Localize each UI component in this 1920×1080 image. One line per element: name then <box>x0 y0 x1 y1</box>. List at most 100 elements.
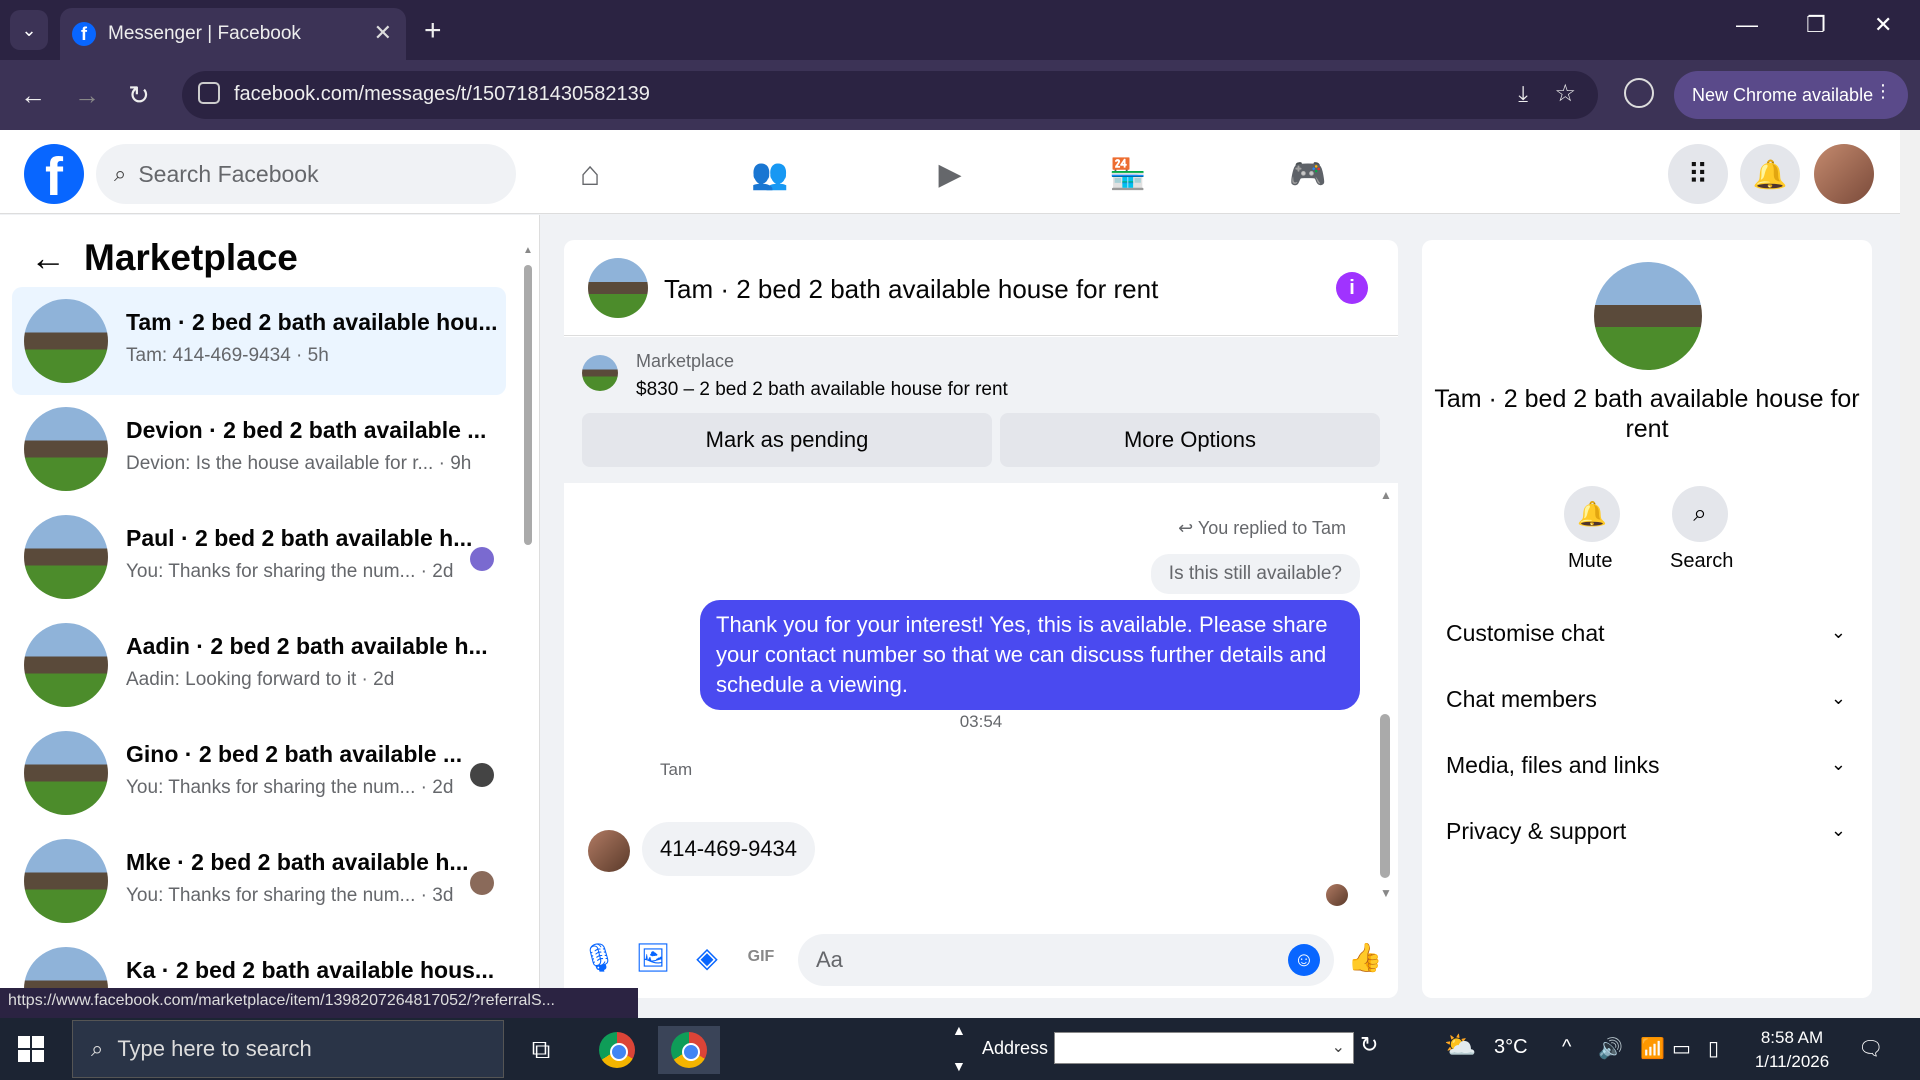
restore-icon[interactable]: ❐ <box>1806 12 1826 38</box>
back-arrow-icon[interactable]: ← <box>30 237 66 279</box>
profile-icon[interactable] <box>1624 78 1654 108</box>
conversation-item-paul[interactable]: Paul · 2 bed 2 bath available h... You: … <box>12 503 506 611</box>
listing-thumbnail <box>24 407 108 491</box>
conversation-preview: Aadin: Looking forward to it · 2d <box>126 669 395 690</box>
weather-icon[interactable]: ⛅ <box>1444 1030 1476 1061</box>
minimize-icon[interactable]: — <box>1736 12 1758 38</box>
listing-thumbnail[interactable] <box>582 355 618 391</box>
chat-thumbnail[interactable] <box>588 258 648 318</box>
back-icon[interactable]: ← <box>20 80 46 111</box>
quoted-message[interactable]: Is this still available? <box>1150 554 1360 594</box>
search-icon[interactable]: ⌕ <box>1672 486 1728 542</box>
new-tab-button[interactable]: + <box>424 14 442 48</box>
scroll-up-icon[interactable]: ▲ <box>1380 488 1392 502</box>
chrome-active-taskbar-icon[interactable] <box>658 1026 720 1074</box>
row-label: Customise chat <box>1446 620 1605 646</box>
scroll-up-icon[interactable]: ▲ <box>523 245 533 256</box>
install-app-icon[interactable]: ⤓ <box>1518 81 1528 107</box>
reload-icon[interactable]: ↻ <box>128 80 150 111</box>
thread-scroll-thumb[interactable] <box>1380 714 1390 878</box>
more-options-button[interactable]: More Options <box>1000 413 1380 467</box>
tab-search-dropdown[interactable]: ⌄ <box>10 10 48 50</box>
bookmark-star-icon[interactable]: ☆ <box>1554 79 1576 108</box>
conversation-preview: You: Thanks for sharing the num... · 2d <box>126 777 454 798</box>
address-toolbar-label: Address <box>982 1038 1049 1058</box>
seen-avatar <box>470 547 494 571</box>
clock-time: 8:58 AM <box>1760 1028 1824 1047</box>
customise-chat-row[interactable]: Customise chat ⌄ <box>1446 620 1846 660</box>
conversation-name: Paul · 2 bed 2 bath available h... <box>126 525 473 551</box>
url-text[interactable]: facebook.com/messages/t/1507181430582139 <box>234 83 650 106</box>
emoji-icon[interactable]: ☺ <box>1288 944 1320 976</box>
taskbar-search-input[interactable]: ⌕ Type here to search <box>72 1020 504 1078</box>
address-toolbar-input[interactable]: ⌄ <box>1054 1032 1354 1064</box>
chat-title[interactable]: Tam · 2 bed 2 bath available house for r… <box>664 274 1158 305</box>
conversation-item-gino[interactable]: Gino · 2 bed 2 bath available ... You: T… <box>12 719 506 827</box>
friends-icon[interactable]: 👥 <box>748 152 792 196</box>
sender-name: Tam <box>660 760 693 779</box>
outgoing-message[interactable]: Thank you for your interest! Yes, this i… <box>700 600 1360 710</box>
chat-header: Tam · 2 bed 2 bath available house for r… <box>564 240 1398 336</box>
close-tab-icon[interactable]: ✕ <box>374 20 392 46</box>
sticker-icon[interactable]: ◈ <box>690 940 724 974</box>
info-icon[interactable]: i <box>1336 272 1368 304</box>
media-files-links-row[interactable]: Media, files and links ⌄ <box>1446 752 1846 792</box>
gif-icon[interactable]: GIF <box>744 940 778 974</box>
menu-grid-icon[interactable]: ⠿ <box>1668 144 1728 204</box>
close-window-icon[interactable]: ✕ <box>1874 12 1892 38</box>
temperature[interactable]: 3°C <box>1494 1036 1528 1059</box>
conversation-item-aadin[interactable]: Aadin · 2 bed 2 bath available h... Aadi… <box>12 611 506 719</box>
volume-icon[interactable]: 🔊 <box>1598 1036 1623 1061</box>
show-hidden-icons-icon[interactable]: ^ <box>1562 1036 1571 1059</box>
system-clock[interactable]: 8:58 AM 1/11/2026 <box>1742 1026 1842 1074</box>
thumbs-up-icon[interactable]: 👍 <box>1348 940 1383 974</box>
toolbar-scroll-up-icon[interactable]: ▲ <box>952 1022 966 1038</box>
notification-center-icon[interactable]: 🗨 <box>1858 1036 1883 1061</box>
forward-icon[interactable]: → <box>74 80 100 111</box>
toolbar-scroll-down-icon[interactable]: ▼ <box>952 1058 966 1074</box>
conversation-avatar[interactable] <box>1594 262 1702 370</box>
video-icon[interactable]: ▶ <box>928 152 972 196</box>
chat-members-row[interactable]: Chat members ⌄ <box>1446 686 1846 726</box>
mark-as-pending-button[interactable]: Mark as pending <box>582 413 992 467</box>
seen-avatar <box>470 763 494 787</box>
chevron-down-icon[interactable]: ⌄ <box>1332 1037 1345 1057</box>
marketplace-listing-banner: Marketplace $830 – 2 bed 2 bath availabl… <box>564 337 1398 483</box>
wifi-icon[interactable]: 📶 <box>1640 1036 1665 1061</box>
marketplace-icon[interactable]: 🏪 <box>1106 152 1150 196</box>
scroll-thumb[interactable] <box>524 265 532 545</box>
facebook-search-input[interactable]: ⌕ Search Facebook <box>96 144 516 204</box>
battery-icon[interactable]: ▭ <box>1672 1036 1691 1061</box>
listing-price[interactable]: $830 – 2 bed 2 bath available house for … <box>636 379 1008 401</box>
go-refresh-icon[interactable]: ↻ <box>1360 1032 1378 1058</box>
chrome-taskbar-icon[interactable] <box>586 1026 648 1074</box>
page-scrollbar[interactable] <box>1900 130 1920 1018</box>
privacy-support-row[interactable]: Privacy & support ⌄ <box>1446 818 1846 858</box>
site-info-icon[interactable] <box>198 82 220 104</box>
phone-link-icon[interactable]: ▯ <box>1708 1036 1719 1061</box>
conversation-item-mke[interactable]: Mke · 2 bed 2 bath available h... You: T… <box>12 827 506 935</box>
browser-tab[interactable]: f Messenger | Facebook ✕ <box>60 8 406 60</box>
sender-avatar[interactable] <box>588 830 630 872</box>
windows-start-icon[interactable] <box>18 1036 44 1062</box>
notifications-bell-icon[interactable]: 🔔 <box>1740 144 1800 204</box>
gaming-icon[interactable]: 🎮 <box>1286 152 1330 196</box>
microphone-icon[interactable]: 🎙 <box>581 940 617 974</box>
read-receipt-avatar <box>1326 884 1348 906</box>
conversation-item-tam[interactable]: Tam · 2 bed 2 bath available hou... Tam:… <box>12 287 506 395</box>
facebook-logo-icon[interactable]: f <box>24 144 84 204</box>
mute-bell-icon[interactable]: 🔔 <box>1564 486 1620 542</box>
message-input[interactable]: Aa <box>798 934 1334 986</box>
account-avatar[interactable] <box>1814 144 1874 204</box>
photo-icon[interactable]: 🖼 <box>635 940 671 974</box>
task-view-icon[interactable]: ⧉ <box>510 1026 572 1074</box>
conversation-name: Mke · 2 bed 2 bath available h... <box>126 849 469 875</box>
address-bar[interactable]: facebook.com/messages/t/1507181430582139… <box>182 71 1598 119</box>
new-chrome-button[interactable]: New Chrome available ⋮ <box>1674 71 1908 119</box>
home-icon[interactable]: ⌂ <box>568 152 612 196</box>
conversation-scrollbar[interactable]: ▲ <box>523 245 533 545</box>
conversation-item-devion[interactable]: Devion · 2 bed 2 bath available ... Devi… <box>12 395 506 503</box>
listing-thumbnail <box>24 731 108 815</box>
scroll-down-icon[interactable]: ▼ <box>1380 886 1392 900</box>
incoming-message[interactable]: 414-469-9434 <box>642 822 816 876</box>
